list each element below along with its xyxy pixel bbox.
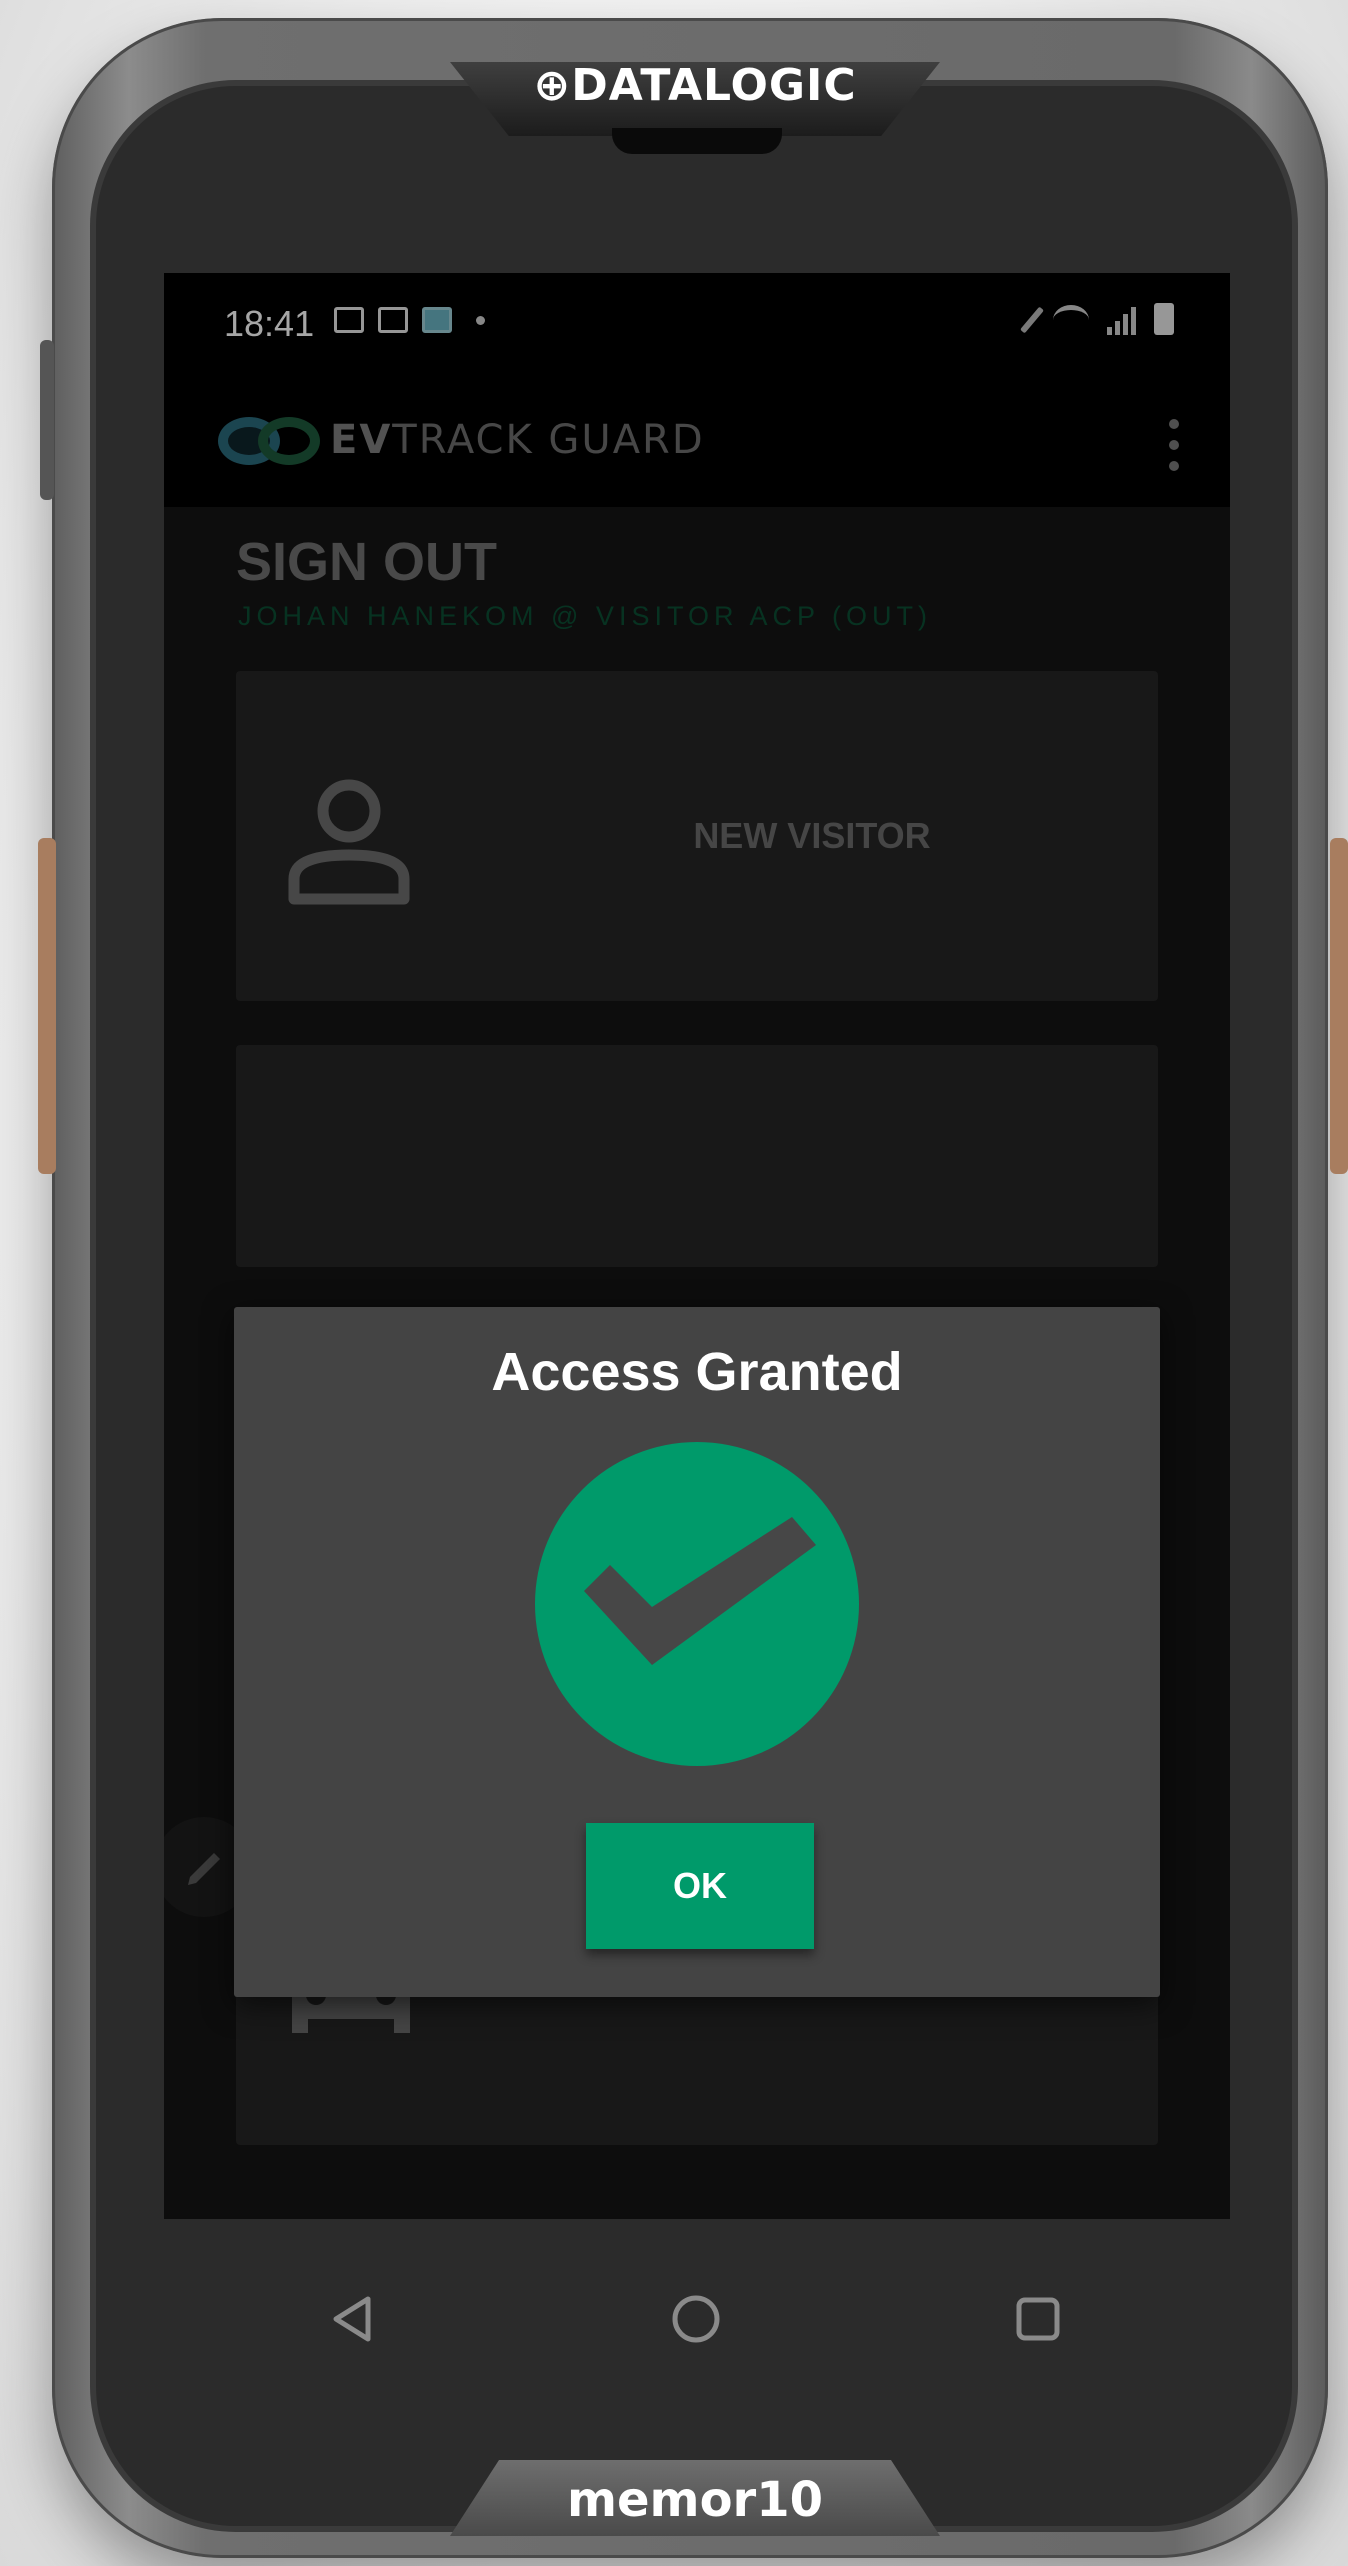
back-icon[interactable] xyxy=(312,2279,392,2359)
recents-icon[interactable] xyxy=(998,2279,1078,2359)
phone-screen: 18:41 EVTRACK GUARD SIGN OUT JOHAN HANEK xyxy=(164,273,1230,2219)
speaker-grille xyxy=(612,128,782,154)
brand-logo-top: ⊕DATALOGIC xyxy=(533,60,857,111)
side-button-small xyxy=(40,340,54,500)
side-button-right xyxy=(1330,838,1348,1174)
home-icon[interactable] xyxy=(656,2279,736,2359)
brand-logo-bottom: memor10 xyxy=(566,2472,824,2528)
navigation-bar xyxy=(164,2219,1230,2409)
dialog-title: Access Granted xyxy=(491,1342,903,1402)
ok-button[interactable]: OK xyxy=(586,1823,814,1949)
check-circle-icon xyxy=(535,1442,859,1766)
access-granted-dialog: Access Granted OK xyxy=(234,1307,1160,1997)
side-button-left xyxy=(38,838,56,1174)
